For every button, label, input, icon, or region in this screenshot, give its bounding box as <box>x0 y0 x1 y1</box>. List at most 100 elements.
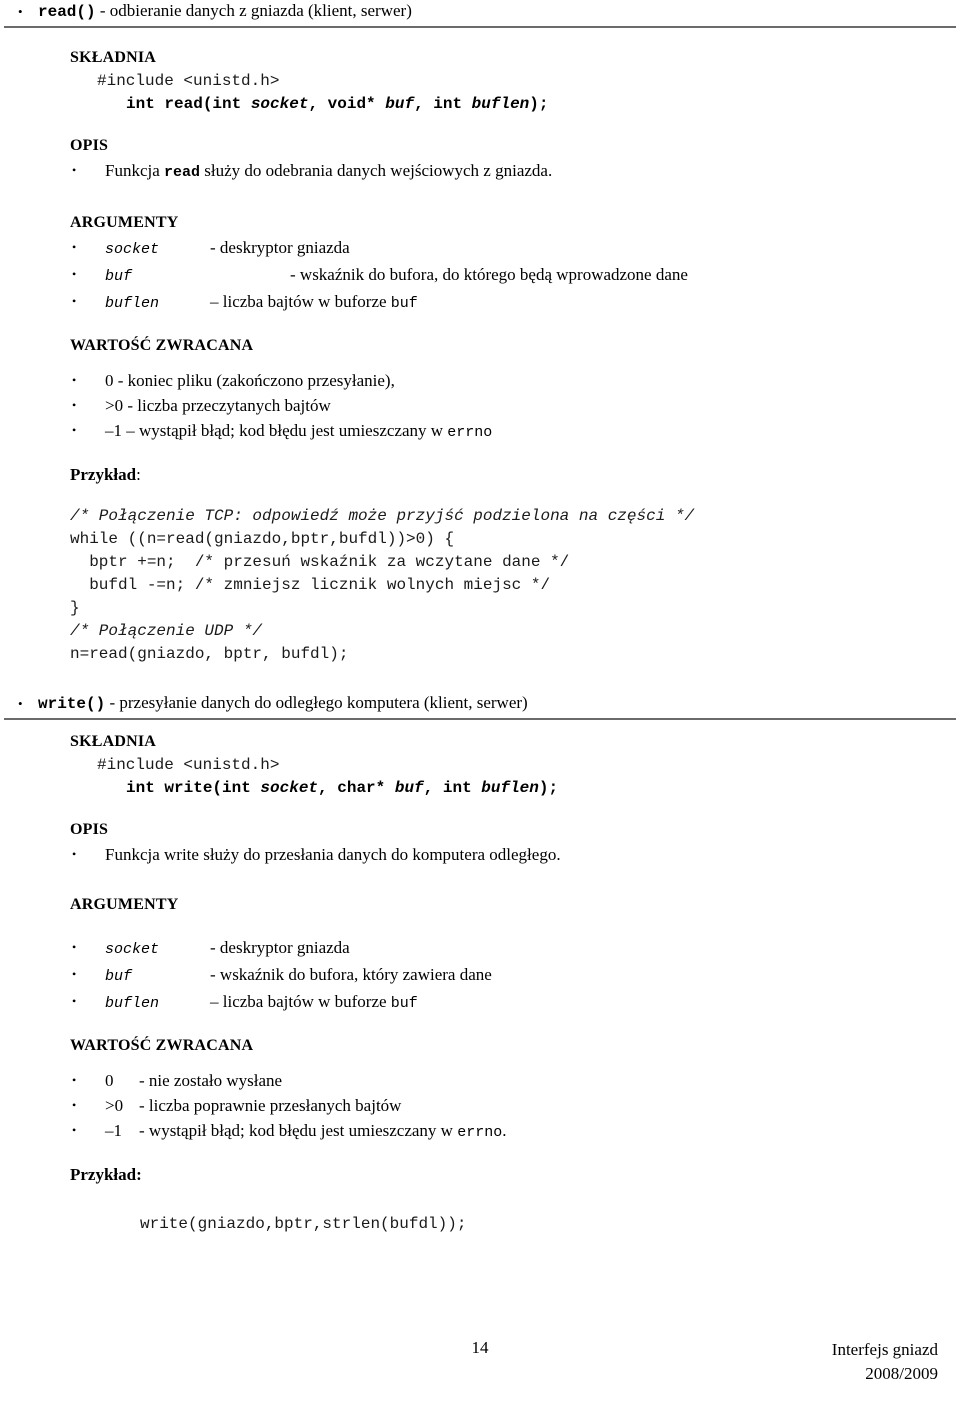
return-key-minus1: –1 <box>105 421 122 440</box>
write-przyklad-word: Przykład: <box>70 1165 142 1184</box>
list-item: • –1 – wystąpił błąd; kod błędu jest umie… <box>70 418 960 445</box>
write-include-line: #include <unistd.h> <box>97 756 280 774</box>
footer-page-number: 14 <box>471 1338 489 1357</box>
return-key-0: 0 <box>105 371 114 390</box>
arg-desc-buflen: – liczba bajtów w buforze <box>210 992 391 1011</box>
read-code-line-3: bufdl -=n; /* zmniejsz licznik wolnych m… <box>70 574 960 597</box>
write-signature: int write(int socket, char* buf, int buf… <box>70 777 960 800</box>
write-sig-mid1: , char* <box>318 779 395 797</box>
list-item: • Funkcja write służy do przesłania danyc… <box>70 842 960 867</box>
bullet-icon: • <box>72 1073 77 1087</box>
list-item: • Funkcja read służy do odebrania danych … <box>70 158 960 185</box>
write-przyklad-label: Przykład: <box>70 1163 960 1187</box>
read-skladnia-label: SKŁADNIA <box>70 49 157 66</box>
read-code-line-7: n=read(gniazdo, bptr, bufdl); <box>70 645 349 663</box>
return-desc-minus1-code: errno <box>447 424 493 441</box>
return-desc-minus1: – wystąpił błąd; kod błędu jest umieszcz… <box>126 421 448 440</box>
read-wartosc-label: WARTOŚĆ ZWRACANA <box>70 337 254 354</box>
write-sig-param-buflen: buflen <box>481 779 539 797</box>
write-body: SKŁADNIA #include <unistd.h> int write(i… <box>0 730 960 1236</box>
bullet-icon: • <box>72 398 77 412</box>
read-include-line: #include <unistd.h> <box>97 72 280 90</box>
list-item: • socket - deskryptor gniazda <box>70 235 960 262</box>
list-item: • >0 - liczba przeczytanych bajtów <box>70 393 960 418</box>
write-przyklad-word-text: Przykład <box>70 1165 137 1184</box>
read-code-line-2-text: bptr +=n; /* przesuń wskaźnik za wczytan… <box>70 553 570 571</box>
read-sig-mid2: , int <box>414 95 472 113</box>
write-wartosc-label: WARTOŚĆ ZWRACANA <box>70 1037 254 1054</box>
read-argumenty-label: ARGUMENTY <box>70 214 179 231</box>
read-code-line-2: bptr +=n; /* przesuń wskaźnik za wczytan… <box>70 551 960 574</box>
read-opis-label: OPIS <box>70 137 109 154</box>
list-item: • buflen – liczba bajtów w buforze buf <box>70 989 960 1016</box>
write-przyklad-colon: : <box>136 1165 142 1184</box>
read-przyklad-word: Przykład <box>70 465 137 484</box>
return-desc-minus1-code: errno <box>457 1124 503 1141</box>
read-sig-param-socket: socket <box>250 95 309 113</box>
arg-desc-buflen-code: buf <box>390 295 418 312</box>
return-desc-gt0: - liczba poprawnie przesłanych bajtów <box>139 1096 402 1115</box>
write-sig-prefix: int write(int <box>126 779 261 797</box>
arg-term-buflen: buflen <box>105 995 160 1012</box>
bullet-icon: • <box>72 240 77 254</box>
list-item: • –1 - wystąpił błąd; kod błędu jest umies… <box>70 1118 960 1145</box>
read-sig-prefix: int read(int <box>126 95 251 113</box>
read-sig-param-buflen: buflen <box>471 95 530 113</box>
write-function-heading: • write() - przesyłanie danych do odległe… <box>0 692 960 715</box>
read-heading-description: - odbieranie danych z gniazda (klient, s… <box>95 1 412 20</box>
list-item: • buf - wskaźnik do bufora, który zawiera … <box>70 962 960 989</box>
return-desc-minus1-tail: . <box>502 1121 507 1140</box>
bullet-icon: • <box>72 940 77 954</box>
write-opis-list: • Funkcja write służy do przesłania danyc… <box>70 842 960 867</box>
return-desc-0: - nie zostało wysłane <box>139 1071 283 1090</box>
return-key-0: 0 <box>105 1071 114 1090</box>
return-desc-0: - koniec pliku (zakończono przesyłanie), <box>117 371 395 390</box>
read-function-name: read() <box>38 3 96 21</box>
read-function-heading: • read() - odbieranie danych z gniazda (k… <box>0 0 960 23</box>
write-argumenty-label: ARGUMENTY <box>70 896 179 913</box>
return-key-gt0: >0 <box>105 396 124 415</box>
read-przyklad-label: Przykład: <box>70 463 960 487</box>
arg-term-buf: buf <box>105 968 133 985</box>
write-opis-label: OPIS <box>70 821 109 838</box>
read-opis-code: read <box>164 164 201 181</box>
arg-desc-buflen-code: buf <box>390 995 418 1012</box>
arg-desc-buf: - wskaźnik do bufora, do którego będą wp… <box>290 265 688 284</box>
list-item: • >0 - liczba poprawnie przesłanych bajtów <box>70 1093 960 1118</box>
read-body: SKŁADNIA #include <unistd.h> int read(in… <box>0 46 960 666</box>
footer-course-info: Interfejs gniazd 2008/2009 <box>832 1338 938 1386</box>
bullet-icon: • <box>72 163 77 177</box>
read-opis-pre: Funkcja <box>105 161 165 180</box>
document-page: • read() - odbieranie danych z gniazda (k… <box>0 0 960 1414</box>
write-returns-list: • 0 - nie zostało wysłane • >0 - liczba popr… <box>70 1068 960 1145</box>
arg-desc-buflen: – liczba bajtów w buforze <box>210 292 391 311</box>
read-code-line-0: /* Połączenie TCP: odpowiedź może przyjś… <box>70 507 695 525</box>
write-function-name: write() <box>38 695 106 713</box>
arg-desc-socket: - deskryptor gniazda <box>210 238 350 257</box>
write-arguments-list: • socket - deskryptor gniazda • buf - wskaźn… <box>70 935 960 1016</box>
list-item: • 0 - koniec pliku (zakończono przesyłani… <box>70 368 960 393</box>
write-sig-mid2: , int <box>423 779 482 797</box>
section-write: • write() - przesyłanie danych do odległe… <box>0 692 960 1236</box>
footer-course-title: Interfejs gniazd <box>831 1340 938 1359</box>
read-sig-param-buf: buf <box>385 95 415 113</box>
arg-term-buflen: buflen <box>105 295 160 312</box>
bullet-icon: • <box>72 1123 77 1137</box>
write-skladnia-label: SKŁADNIA <box>70 733 157 750</box>
bullet-icon: • <box>72 423 77 437</box>
bullet-icon: • <box>72 267 77 281</box>
list-item: • buflen – liczba bajtów w buforze buf <box>70 289 960 316</box>
bullet-icon: • <box>18 696 23 711</box>
read-returns-list: • 0 - koniec pliku (zakończono przesyłani… <box>70 368 960 445</box>
write-opis-text: Funkcja write służy do przesłania danych… <box>105 845 561 864</box>
read-przyklad-colon: : <box>136 465 141 484</box>
footer-academic-year: 2008/2009 <box>865 1364 938 1383</box>
bullet-icon: • <box>72 994 77 1008</box>
write-sig-param-buf: buf <box>394 779 424 797</box>
write-sig-suffix: ); <box>538 779 559 797</box>
read-sig-suffix: ); <box>529 95 549 113</box>
section-read: • read() - odbieranie danych z gniazda (k… <box>0 0 960 666</box>
return-key-minus1: –1 <box>105 1121 122 1140</box>
bullet-icon: • <box>72 847 77 861</box>
return-desc-minus1: - wystąpił błąd; kod błędu jest umieszcz… <box>139 1121 458 1140</box>
